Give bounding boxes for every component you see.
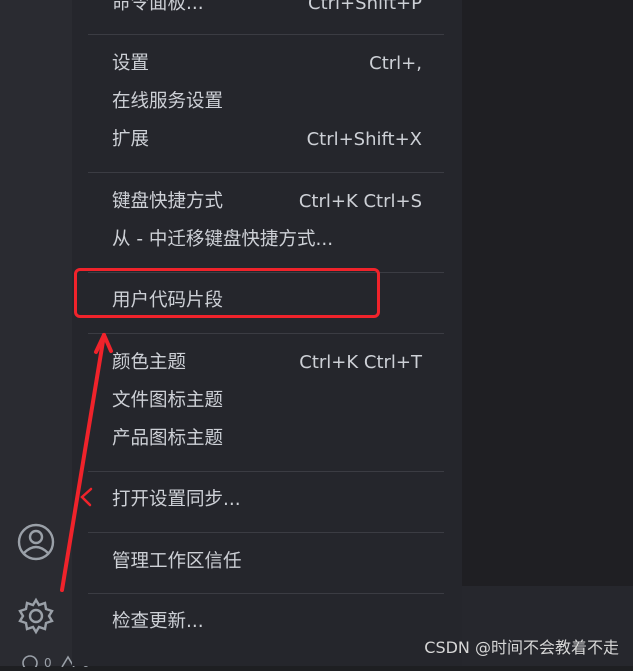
watermark: CSDN @时间不会教着不走 xyxy=(424,638,619,657)
annotation-arrow xyxy=(60,333,113,592)
